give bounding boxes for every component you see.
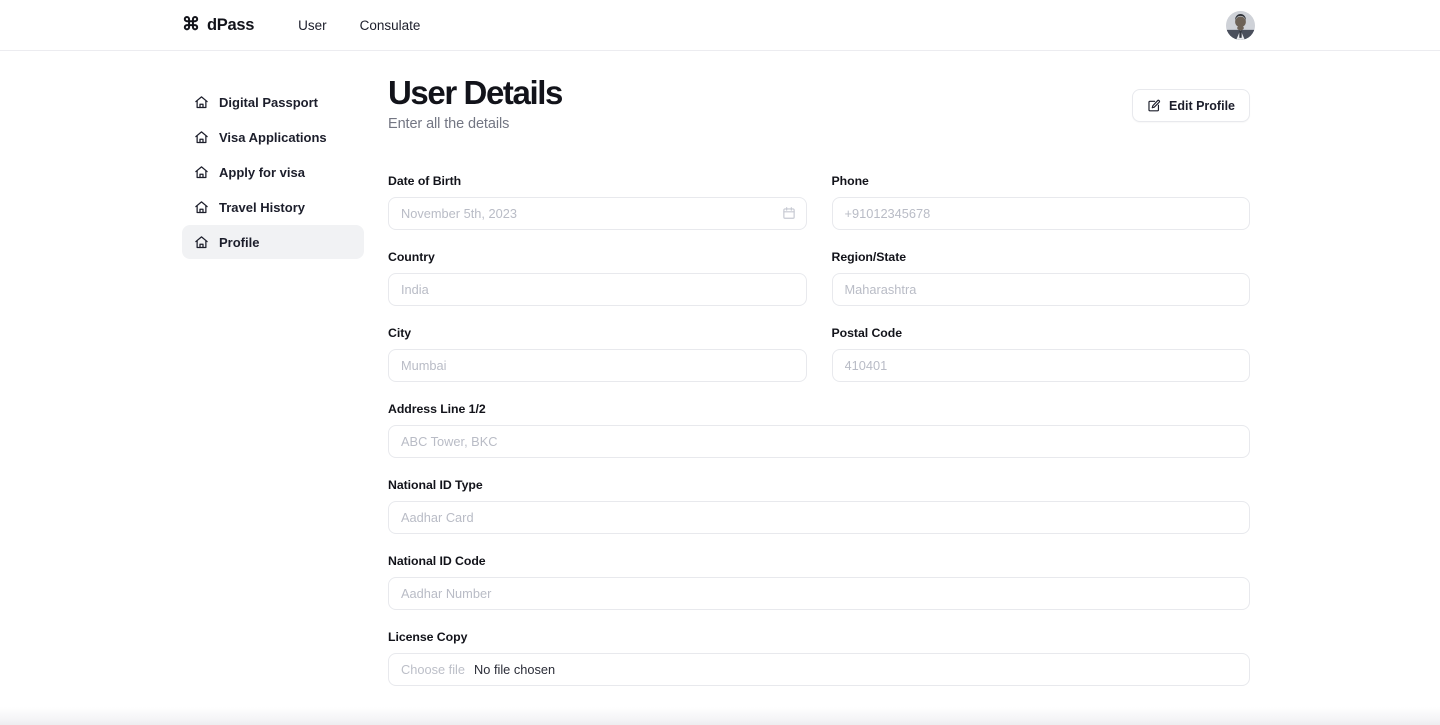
field-postal-code: Postal Code (831, 325, 1250, 382)
sidebar-item-profile[interactable]: Profile (182, 225, 364, 259)
submit-button[interactable]: Submit (388, 719, 1250, 725)
field-label: Country (388, 249, 435, 264)
avatar[interactable] (1226, 10, 1255, 40)
field-label: National ID Type (388, 477, 483, 492)
field-label: Address Line 1/2 (388, 401, 486, 416)
field-label: City (388, 325, 412, 340)
input-wrapper (388, 272, 807, 306)
sidebar-item-label: Profile (219, 234, 260, 250)
field-phone: Phone (831, 173, 1250, 230)
input-wrapper (388, 196, 807, 230)
edit-profile-button[interactable]: Edit Profile (1132, 89, 1250, 122)
choose-file-label: Choose file (401, 661, 466, 677)
file-status-label: No file chosen (474, 661, 556, 677)
license-copy-file-input[interactable]: Choose file No file chosen (388, 652, 1250, 686)
page-subtitle: Enter all the details (388, 115, 510, 132)
sidebar-item-label: Digital Passport (219, 94, 318, 110)
sidebar-item-label: Apply for visa (219, 164, 305, 180)
edit-square-icon (1147, 99, 1161, 113)
field-label: Date of Birth (388, 173, 462, 188)
form-row: City Postal Code (388, 326, 1250, 382)
sidebar-item-travel-history[interactable]: Travel History (182, 190, 364, 224)
home-icon (194, 235, 209, 250)
brand-logo[interactable]: ⌘ dPass (182, 14, 255, 35)
region-state-input[interactable] (831, 272, 1250, 306)
national-id-type-input[interactable] (388, 500, 1250, 534)
nav-link-user[interactable]: User (298, 18, 327, 33)
home-icon (194, 95, 209, 110)
home-icon (194, 165, 209, 180)
postal-code-input[interactable] (831, 348, 1250, 382)
page-title: User Details (388, 74, 563, 111)
field-label: Region/State (831, 249, 907, 264)
sidebar-item-label: Visa Applications (219, 129, 327, 145)
field-license-copy: License Copy Choose file No file chosen (388, 630, 1250, 686)
field-label: Phone (831, 173, 869, 188)
sidebar-item-digital-passport[interactable]: Digital Passport (182, 85, 364, 119)
primary-nav: User Consulate (298, 18, 420, 33)
sidebar-item-visa-applications[interactable]: Visa Applications (182, 120, 364, 154)
form-row: License Copy Choose file No file chosen (388, 630, 1250, 686)
input-wrapper (388, 500, 1250, 534)
country-input[interactable] (388, 272, 807, 306)
form-row: National ID Type (388, 478, 1250, 534)
field-region-state: Region/State (831, 249, 1250, 306)
field-national-id-code: National ID Code (388, 554, 1250, 610)
page-heading-block: User Details Enter all the details (388, 74, 563, 132)
field-label: License Copy (388, 629, 468, 644)
nav-link-consulate[interactable]: Consulate (360, 18, 421, 33)
field-city: City (388, 326, 807, 382)
input-wrapper (831, 272, 1250, 306)
input-wrapper (831, 348, 1250, 382)
page-body: Digital Passport Visa Applications Apply… (0, 51, 1440, 725)
input-wrapper (831, 196, 1250, 230)
top-header: ⌘ dPass User Consulate (0, 0, 1440, 51)
main-content: User Details Enter all the details Edit … (388, 75, 1250, 725)
field-label: Postal Code (831, 325, 903, 340)
date-of-birth-input[interactable] (388, 196, 807, 230)
field-national-id-type: National ID Type (388, 478, 1250, 534)
field-label: National ID Code (388, 553, 486, 568)
national-id-code-input[interactable] (388, 576, 1250, 610)
user-details-form: Date of Birth Phone (388, 174, 1250, 725)
form-row: National ID Code (388, 554, 1250, 610)
address-input[interactable] (388, 424, 1250, 458)
brand-name: dPass (207, 15, 255, 34)
input-wrapper (388, 424, 1250, 458)
field-country: Country (388, 250, 807, 306)
sidebar-item-apply-for-visa[interactable]: Apply for visa (182, 155, 364, 189)
command-icon: ⌘ (182, 14, 200, 34)
avatar-wrapper (1226, 10, 1255, 40)
field-date-of-birth: Date of Birth (388, 174, 807, 230)
home-icon (194, 130, 209, 145)
city-input[interactable] (388, 348, 807, 382)
home-icon (194, 200, 209, 215)
input-wrapper (388, 348, 807, 382)
form-row: Country Region/State (388, 250, 1250, 306)
edit-profile-label: Edit Profile (1169, 98, 1235, 113)
sidebar-item-label: Travel History (219, 199, 305, 215)
input-wrapper (388, 576, 1250, 610)
form-row: Date of Birth Phone (388, 174, 1250, 230)
sidebar: Digital Passport Visa Applications Apply… (182, 75, 364, 725)
field-address: Address Line 1/2 (388, 402, 1250, 458)
phone-input[interactable] (831, 196, 1250, 230)
page-header-row: User Details Enter all the details Edit … (388, 75, 1250, 132)
form-row: Address Line 1/2 (388, 402, 1250, 458)
